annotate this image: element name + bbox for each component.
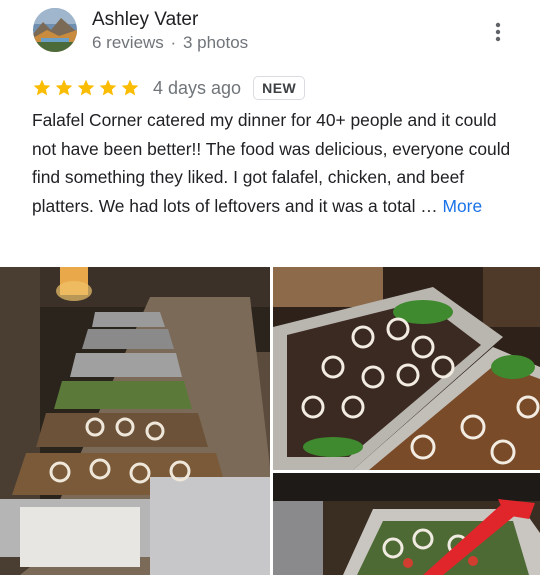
avatar[interactable] (33, 8, 77, 52)
review-photo-beef-trays[interactable] (273, 267, 540, 470)
star-icon (77, 79, 95, 96)
photo-count: 3 photos (182, 33, 249, 52)
review-photo-catering-table[interactable] (0, 267, 270, 575)
review-body: Falafel Corner catered my dinner for 40+… (32, 110, 511, 216)
review-header: Ashley Vater 6 reviews · 3 photos (0, 0, 540, 62)
review-text: Falafel Corner catered my dinner for 40+… (32, 106, 522, 220)
star-icon (33, 79, 51, 96)
star-rating (32, 78, 140, 98)
more-link[interactable]: More (443, 196, 483, 216)
star-icon (99, 79, 117, 96)
star-icon (55, 79, 73, 96)
rating-row: 4 days ago NEW (32, 74, 306, 102)
reviewer-name[interactable]: Ashley Vater (92, 9, 198, 31)
meta-separator: · (170, 33, 177, 52)
reviewer-meta: 6 reviews · 3 photos (92, 33, 248, 53)
more-vert-icon[interactable] (486, 20, 510, 44)
review-time: 4 days ago (153, 77, 242, 98)
new-badge: NEW (253, 76, 306, 100)
review-count: 6 reviews (92, 33, 164, 52)
review-photo-salad-tray[interactable] (273, 473, 540, 575)
star-icon (121, 79, 139, 96)
